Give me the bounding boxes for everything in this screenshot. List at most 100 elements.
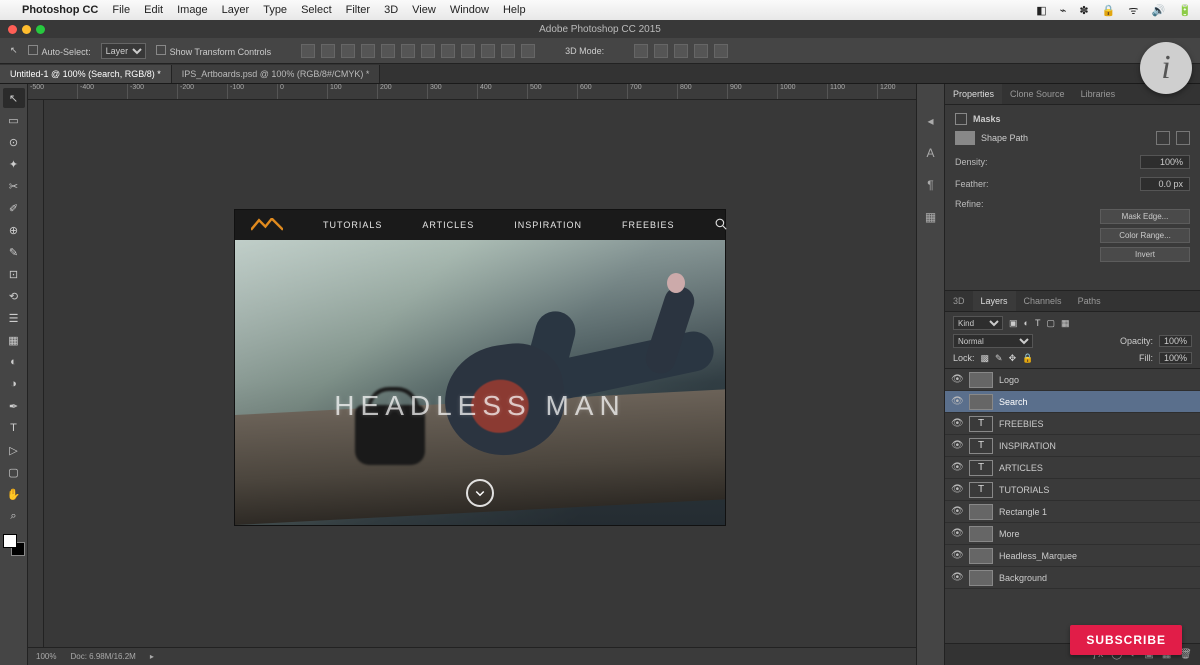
pen-tool[interactable]: ✒: [3, 396, 25, 416]
visibility-eye-icon[interactable]: 👁: [951, 440, 963, 451]
menu-layer[interactable]: Layer: [222, 4, 250, 16]
marquee-tool[interactable]: ▭: [3, 110, 25, 130]
filter-pixel-icon[interactable]: ▣: [1009, 318, 1018, 329]
collapsed-panel-dock[interactable]: ◂ A ¶ ▦: [916, 84, 944, 665]
menu-type[interactable]: Type: [263, 4, 287, 16]
info-badge-icon[interactable]: i: [1140, 42, 1192, 94]
brush-tool[interactable]: ✎: [3, 242, 25, 262]
layer-row[interactable]: 👁Search: [945, 391, 1200, 413]
lock-transparency-icon[interactable]: ▩: [981, 353, 990, 364]
history-brush-tool[interactable]: ⟲: [3, 286, 25, 306]
tab-libraries[interactable]: Libraries: [1073, 84, 1124, 104]
menu-window[interactable]: Window: [450, 4, 489, 16]
density-input[interactable]: 100%: [1140, 155, 1190, 169]
opacity-input[interactable]: 100%: [1159, 335, 1192, 347]
layer-row[interactable]: 👁TFREEBIES: [945, 413, 1200, 435]
filter-adjust-icon[interactable]: ◐: [1024, 318, 1029, 328]
menu-help[interactable]: Help: [503, 4, 526, 16]
layer-filter-dropdown[interactable]: Kind: [953, 316, 1003, 330]
swatches-panel-icon[interactable]: ▦: [925, 210, 936, 224]
visibility-eye-icon[interactable]: 👁: [951, 506, 963, 517]
visibility-eye-icon[interactable]: 👁: [951, 462, 963, 473]
zoom-level[interactable]: 100%: [36, 652, 56, 661]
document-tab[interactable]: IPS_Artboards.psd @ 100% (RGB/8#/CMYK) *: [172, 65, 381, 83]
dodge-tool[interactable]: ◑: [3, 374, 25, 394]
tab-properties[interactable]: Properties: [945, 84, 1002, 104]
canvas-area[interactable]: TUTORIALS ARTICLES INSPIRATION FREEBIES: [28, 100, 916, 647]
layer-row[interactable]: 👁Logo: [945, 369, 1200, 391]
document-tabs: Untitled-1 @ 100% (Search, RGB/8) * IPS_…: [0, 64, 1200, 84]
character-panel-icon[interactable]: A: [926, 146, 934, 160]
crop-tool[interactable]: ✂: [3, 176, 25, 196]
artboard[interactable]: TUTORIALS ARTICLES INSPIRATION FREEBIES: [235, 210, 725, 525]
search-icon: [715, 218, 727, 232]
eraser-tool[interactable]: ☰: [3, 308, 25, 328]
lasso-tool[interactable]: ⊙: [3, 132, 25, 152]
visibility-eye-icon[interactable]: 👁: [951, 374, 963, 385]
clone-stamp-tool[interactable]: ⊡: [3, 264, 25, 284]
feather-input[interactable]: 0.0 px: [1140, 177, 1190, 191]
menu-view[interactable]: View: [412, 4, 436, 16]
magic-wand-tool[interactable]: ✦: [3, 154, 25, 174]
layer-row[interactable]: 👁Background: [945, 567, 1200, 589]
align-icons[interactable]: [301, 44, 535, 58]
pixel-mask-button[interactable]: [1156, 131, 1170, 145]
mode-3d-icons[interactable]: [634, 44, 728, 58]
tab-layers[interactable]: Layers: [973, 291, 1016, 311]
lock-all-icon[interactable]: 🔒: [1022, 353, 1033, 364]
lock-position-icon[interactable]: ✥: [1009, 353, 1017, 364]
visibility-eye-icon[interactable]: 👁: [951, 528, 963, 539]
filter-smart-icon[interactable]: ▦: [1061, 318, 1070, 329]
history-panel-icon[interactable]: ◂: [927, 114, 933, 128]
blur-tool[interactable]: ◐: [3, 352, 25, 372]
auto-select-dropdown[interactable]: Layer: [101, 43, 146, 59]
menu-filter[interactable]: Filter: [346, 4, 370, 16]
vector-mask-button[interactable]: [1176, 131, 1190, 145]
mac-status-icons: ◧ ⌁ ✽ 🔒 ᯤ 🔊 🔋: [1026, 3, 1192, 18]
tab-3d[interactable]: 3D: [945, 291, 973, 311]
visibility-eye-icon[interactable]: 👁: [951, 550, 963, 561]
mask-edge-button[interactable]: Mask Edge...: [1100, 209, 1190, 224]
paragraph-panel-icon[interactable]: ¶: [927, 178, 933, 192]
tab-clone-source[interactable]: Clone Source: [1002, 84, 1073, 104]
layer-row[interactable]: 👁Rectangle 1: [945, 501, 1200, 523]
filter-type-icon[interactable]: T: [1035, 318, 1041, 328]
tab-channels[interactable]: Channels: [1016, 291, 1070, 311]
rectangle-tool[interactable]: ▢: [3, 462, 25, 482]
visibility-eye-icon[interactable]: 👁: [951, 418, 963, 429]
fill-input[interactable]: 100%: [1159, 352, 1192, 364]
invert-button[interactable]: Invert: [1100, 247, 1190, 262]
color-range-button[interactable]: Color Range...: [1100, 228, 1190, 243]
type-tool[interactable]: T: [3, 418, 25, 438]
lock-pixels-icon[interactable]: ✎: [995, 353, 1003, 364]
visibility-eye-icon[interactable]: 👁: [951, 572, 963, 583]
document-tab[interactable]: Untitled-1 @ 100% (Search, RGB/8) *: [0, 65, 172, 83]
visibility-eye-icon[interactable]: 👁: [951, 484, 963, 495]
path-select-tool[interactable]: ▷: [3, 440, 25, 460]
layer-row[interactable]: 👁More: [945, 523, 1200, 545]
layer-row[interactable]: 👁TTUTORIALS: [945, 479, 1200, 501]
blend-mode-dropdown[interactable]: Normal: [953, 334, 1033, 348]
menu-3d[interactable]: 3D: [384, 4, 398, 16]
move-tool[interactable]: ↖: [3, 88, 25, 108]
layer-row[interactable]: 👁TINSPIRATION: [945, 435, 1200, 457]
color-swatches[interactable]: [3, 534, 25, 556]
auto-select-checkbox[interactable]: Auto-Select:: [28, 45, 91, 57]
zoom-tool[interactable]: ⌕: [3, 506, 25, 526]
menu-select[interactable]: Select: [301, 4, 332, 16]
gradient-tool[interactable]: ▦: [3, 330, 25, 350]
menu-image[interactable]: Image: [177, 4, 208, 16]
spot-heal-tool[interactable]: ⊕: [3, 220, 25, 240]
layer-row[interactable]: 👁Headless_Marquee: [945, 545, 1200, 567]
layer-row[interactable]: 👁TARTICLES: [945, 457, 1200, 479]
visibility-eye-icon[interactable]: 👁: [951, 396, 963, 407]
tab-paths[interactable]: Paths: [1070, 291, 1109, 311]
menu-edit[interactable]: Edit: [144, 4, 163, 16]
show-transform-checkbox[interactable]: Show Transform Controls: [156, 45, 272, 57]
subscribe-button[interactable]: SUBSCRIBE: [1070, 625, 1182, 655]
app-name[interactable]: Photoshop CC: [22, 4, 98, 16]
eyedropper-tool[interactable]: ✐: [3, 198, 25, 218]
hand-tool[interactable]: ✋: [3, 484, 25, 504]
filter-shape-icon[interactable]: ▢: [1046, 318, 1055, 329]
menu-file[interactable]: File: [112, 4, 130, 16]
